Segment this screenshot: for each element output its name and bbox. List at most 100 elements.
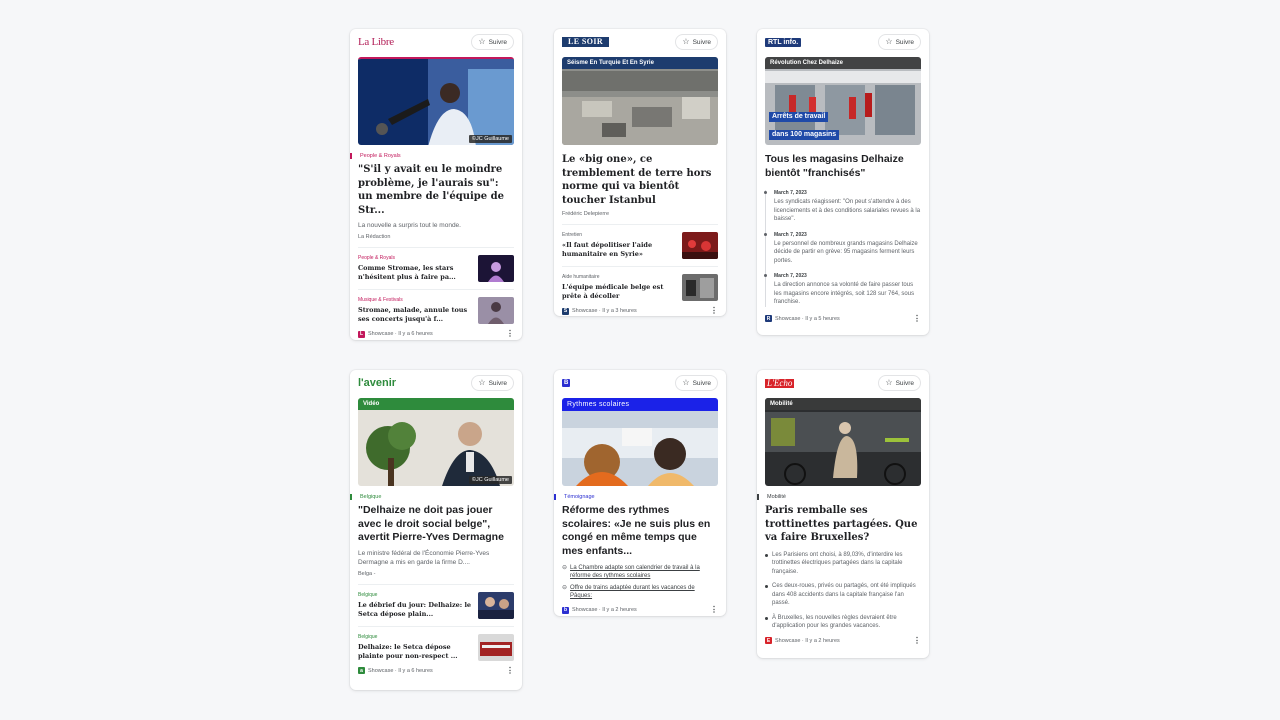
category-label[interactable]: Témoignage <box>554 494 718 500</box>
related-category: Belgique <box>358 633 378 640</box>
more-options-icon[interactable]: ⋮ <box>506 330 514 338</box>
related-article[interactable]: Entretien «Il faut dépolitiser l'aide hu… <box>562 232 718 259</box>
follow-button[interactable]: ☆ Suivre <box>675 34 718 50</box>
more-options-icon[interactable]: ⋮ <box>710 307 718 315</box>
hero-overlay-text: Arrêts de travail dans 100 magasins <box>769 105 840 141</box>
news-card-le-soir[interactable]: LE SOIR ☆ Suivre Séisme En Turquie Et En… <box>554 29 726 316</box>
related-article[interactable]: Belgique Le débrief du jour: Delhaize: l… <box>358 591 514 619</box>
headline[interactable]: Réforme des rythmes scolaires: «Je ne su… <box>562 504 718 558</box>
publisher-logo[interactable]: l'avenir <box>358 377 396 389</box>
publisher-logo[interactable]: LE SOIR <box>562 37 610 47</box>
bullet-dot <box>765 585 768 588</box>
more-options-icon[interactable]: ⋮ <box>710 606 718 614</box>
timeline-item[interactable]: March 7, 2023 Les syndicats réagissent: … <box>764 190 921 224</box>
bullet-point: Les Parisiens ont choisi, à 89,03%, d'in… <box>765 551 921 577</box>
news-card-lavenir[interactable]: l'avenir ☆ Suivre Vidéo ©JC Guillaume Be… <box>350 370 522 690</box>
footer-meta: Showcase · Il y a 3 heures <box>572 308 637 314</box>
publisher-favicon: S <box>562 307 569 315</box>
publisher-favicon: L <box>358 330 365 338</box>
publisher-favicon: R <box>765 315 772 322</box>
follow-button[interactable]: ☆ Suivre <box>471 34 514 50</box>
hero-image[interactable]: Mobilité <box>765 398 921 486</box>
publisher-logo[interactable]: RTL info. <box>765 37 802 47</box>
headline[interactable]: "S'il y avait eu le moindre problème, je… <box>358 163 514 217</box>
follow-button[interactable]: ☆ Suivre <box>878 34 921 50</box>
category-label[interactable]: Mobilité <box>757 494 921 500</box>
publisher-logo[interactable]: L'Echo <box>765 378 795 388</box>
timeline-text: Les syndicats réagissent: "On peut s'att… <box>774 199 921 222</box>
related-thumbnail[interactable] <box>682 232 718 259</box>
divider <box>562 224 718 225</box>
related-link[interactable]: ⊖ La Chambre adapte son calendrier de tr… <box>562 564 718 580</box>
related-title[interactable]: «Il faut dépolitiser l'aide humanitaire … <box>562 241 676 259</box>
publisher-favicon: E <box>765 637 772 644</box>
related-category: People & Royals <box>358 255 395 261</box>
related-thumbnail[interactable] <box>478 591 514 619</box>
related-article[interactable]: Aide humanitaire L'équipe médicale belge… <box>562 274 718 301</box>
news-card-rtl-info[interactable]: RTL info. ☆ Suivre Révolution Chez Delha… <box>757 29 929 335</box>
hero-image[interactable]: Révolution Chez Delhaize Arrêts de trava… <box>765 57 921 145</box>
related-title[interactable]: L'équipe médicale belge est prête à déco… <box>562 283 676 301</box>
follow-button[interactable]: ☆ Suivre <box>675 375 718 391</box>
bullet-dot <box>765 553 768 557</box>
related-article[interactable]: People & Royals Comme Stromae, les stars… <box>358 255 514 282</box>
more-options-icon[interactable]: ⋮ <box>913 636 921 645</box>
news-card-lecho[interactable]: L'Echo ☆ Suivre Mobilité Mobilité Paris … <box>757 370 929 658</box>
hero-image[interactable]: ©JC Guillaume <box>358 57 514 145</box>
divider <box>358 289 514 290</box>
bullet-point: Ces deux-roues, privés ou partagés, ont … <box>765 582 921 608</box>
star-icon: ☆ <box>478 378 486 387</box>
related-thumbnail[interactable] <box>478 633 514 661</box>
headline[interactable]: Paris remballe ses trottinettes partagée… <box>765 504 921 545</box>
author: La Rédaction <box>358 234 391 240</box>
footer-meta: Showcase · Il y a 2 heures <box>775 637 840 644</box>
timeline-date: March 7, 2023 <box>774 231 807 238</box>
hero-image[interactable]: Vidéo ©JC Guillaume <box>358 398 514 486</box>
link-icon: ⊖ <box>562 585 568 591</box>
related-title[interactable]: Comme Stromae, les stars n'hésitent plus… <box>358 264 472 282</box>
author: Frédéric Delepierre <box>562 211 610 217</box>
publisher-logo[interactable]: B <box>562 379 571 387</box>
timeline-item[interactable]: March 7, 2023 Le personnel de nombreux g… <box>764 231 921 266</box>
bullet-point: À Bruxelles, les nouvelles règles devrai… <box>765 614 921 631</box>
headline[interactable]: Le «big one», ce tremblement de terre ho… <box>562 153 718 207</box>
related-thumbnail[interactable] <box>682 274 718 301</box>
hero-badge: Révolution Chez Delhaize <box>765 57 921 69</box>
hero-image[interactable]: Séisme En Turquie Et En Syrie <box>562 57 718 145</box>
description: Le ministre fédéral de l'Économie Pierre… <box>358 549 490 566</box>
category-label[interactable]: People & Royals <box>350 153 514 159</box>
related-article[interactable]: Musique & Festivals Stromae, malade, ann… <box>358 297 514 324</box>
bullet-dot <box>765 616 768 620</box>
timeline-item[interactable]: March 7, 2023 La direction annonce sa vo… <box>764 273 921 307</box>
headline[interactable]: "Delhaize ne doit pas jouer avec le droi… <box>358 504 514 545</box>
footer-meta: Showcase · Il y a 6 heures <box>368 667 433 674</box>
related-link[interactable]: ⊖ Offre de trains adaptée durant les vac… <box>562 584 718 600</box>
star-icon: ☆ <box>682 378 690 387</box>
divider <box>358 625 514 627</box>
hero-badge: Rythmes scolaires <box>562 398 718 411</box>
related-thumbnail[interactable] <box>478 255 514 282</box>
more-options-icon[interactable]: ⋮ <box>506 666 514 675</box>
hero-image[interactable]: Rythmes scolaires <box>562 398 718 486</box>
hero-badge: Séisme En Turquie Et En Syrie <box>562 57 718 69</box>
publisher-logo[interactable]: La Libre <box>358 36 394 48</box>
related-article[interactable]: Belgique Delhaize: le Setca dépose plain… <box>358 633 514 661</box>
more-options-icon[interactable]: ⋮ <box>913 314 921 323</box>
category-label[interactable]: Belgique <box>350 494 514 500</box>
related-title[interactable]: Le débrief du jour: Delhaize: le Setca d… <box>358 601 472 619</box>
headline[interactable]: Tous les magasins Delhaize bientôt "fran… <box>765 153 921 180</box>
news-card-la-libre[interactable]: La Libre ☆ Suivre ©JC Guillaume People &… <box>350 29 522 340</box>
news-card-bx1[interactable]: B ☆ Suivre Rythmes scolaires Témoignage … <box>554 370 726 616</box>
related-title[interactable]: Delhaize: le Setca dépose plainte pour n… <box>358 643 472 661</box>
footer-meta: Showcase · Il y a 2 heures <box>572 607 637 613</box>
timeline-date: March 7, 2023 <box>774 273 807 279</box>
related-category: Entretien <box>562 232 583 238</box>
follow-button[interactable]: ☆ Suivre <box>878 375 921 391</box>
follow-button[interactable]: ☆ Suivre <box>471 375 514 391</box>
related-title[interactable]: Stromae, malade, annule tous ses concert… <box>358 306 472 324</box>
related-thumbnail[interactable] <box>478 297 514 324</box>
star-icon: ☆ <box>478 37 486 46</box>
publisher-favicon: b <box>562 606 569 614</box>
photo-credit: ©JC Guillaume <box>468 476 512 484</box>
star-icon: ☆ <box>885 37 893 46</box>
